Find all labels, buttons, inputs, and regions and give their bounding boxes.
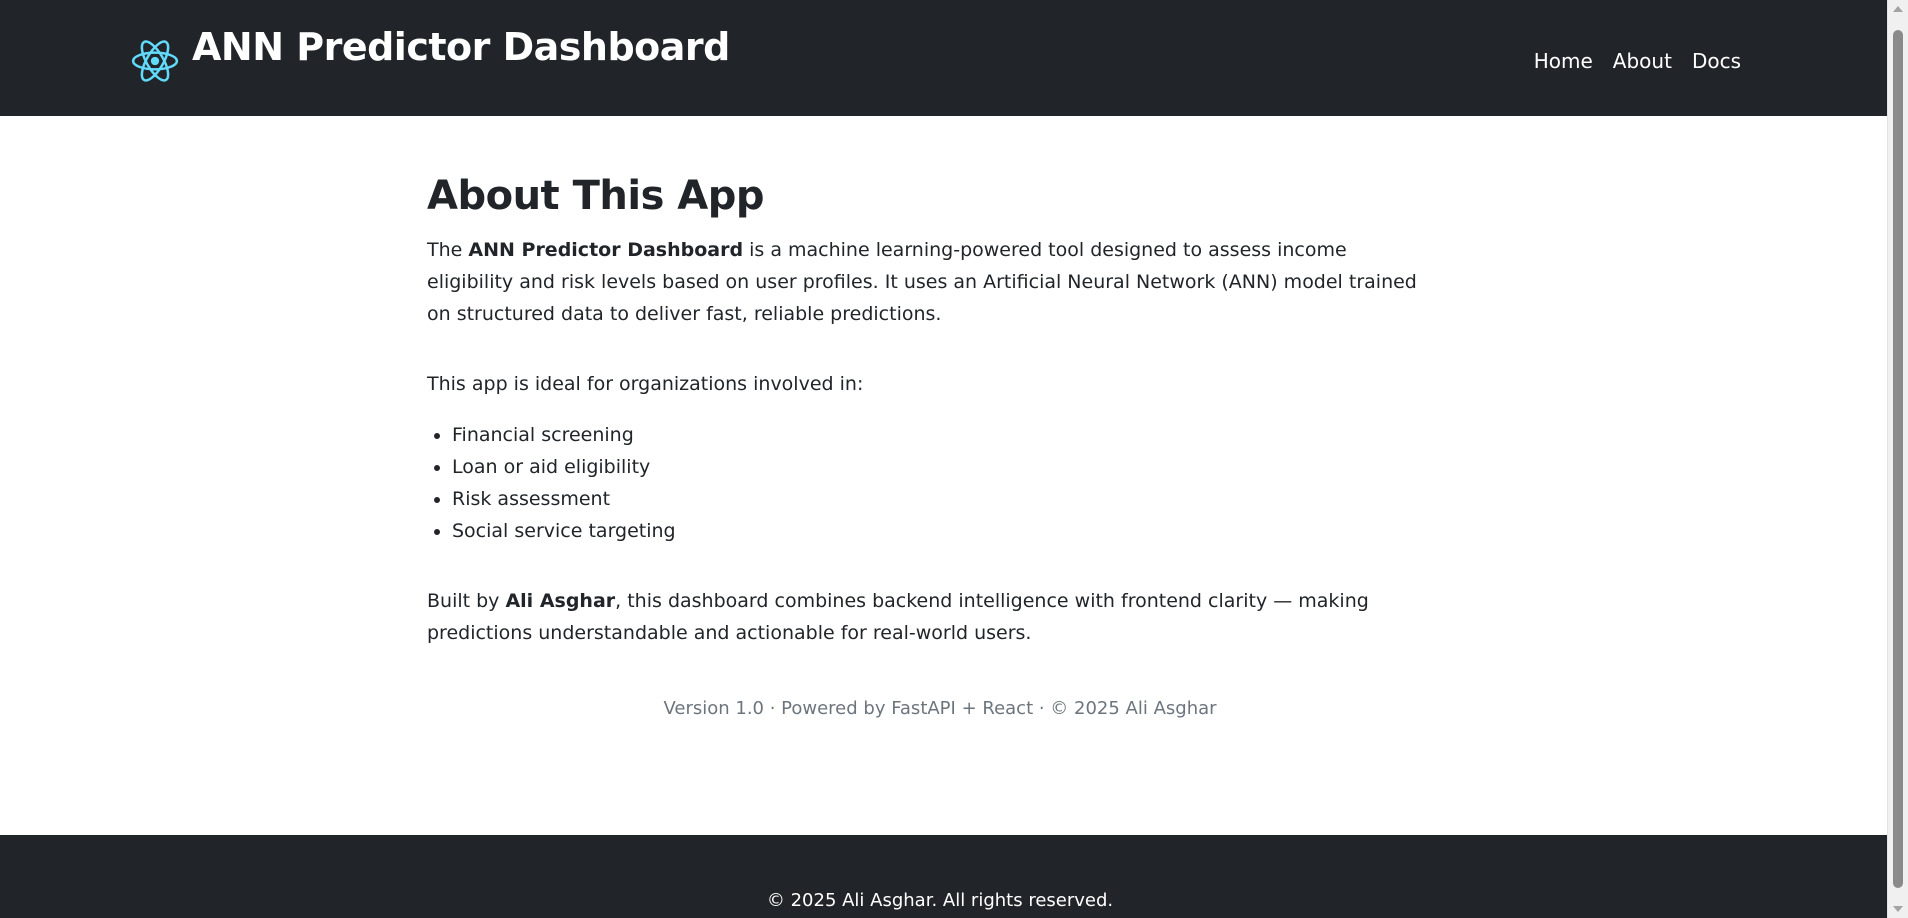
author-name: Ali Asghar [505, 590, 616, 612]
intro-paragraph: The ANN Predictor Dashboard is a machine… [427, 234, 1437, 330]
scroll-down-arrow-icon[interactable] [1893, 906, 1903, 912]
list-item: Loan or aid eligibility [452, 451, 1447, 483]
list-item: Risk assessment [452, 483, 1447, 515]
nav-docs-link[interactable]: Docs [1692, 46, 1741, 76]
built-text-pre: Built by [427, 590, 506, 612]
nav-links: Home About Docs [1534, 46, 1741, 76]
brand-link[interactable]: ANN Predictor Dashboard [130, 22, 730, 90]
intro-app-name: ANN Predictor Dashboard [468, 239, 744, 261]
intro-text-pre: The [427, 239, 469, 261]
scroll-up-arrow-icon[interactable] [1893, 6, 1903, 12]
react-atom-icon [130, 22, 192, 90]
list-item: Social service targeting [452, 515, 1447, 547]
top-navbar: ANN Predictor Dashboard Home About Docs [0, 0, 1887, 119]
page-title: About This App [427, 173, 765, 219]
nav-home-link[interactable]: Home [1534, 46, 1593, 76]
page: ANN Predictor Dashboard Home About Docs … [0, 0, 1908, 918]
nav-about-link[interactable]: About [1613, 46, 1672, 76]
ideal-for-text: This app is ideal for organizations invo… [427, 373, 864, 395]
built-by-paragraph: Built by Ali Asghar, this dashboard comb… [427, 585, 1427, 649]
version-line: Version 1.0 · Powered by FastAPI + React… [663, 698, 1217, 719]
vertical-scrollbar[interactable] [1887, 0, 1908, 918]
about-content: About This App The ANN Predictor Dashboa… [427, 168, 1447, 649]
list-item: Financial screening [452, 419, 1447, 451]
use-case-list: Financial screening Loan or aid eligibil… [427, 419, 1447, 547]
scrollbar-thumb[interactable] [1893, 30, 1903, 888]
brand-title: ANN Predictor Dashboard [192, 25, 730, 69]
footer-copyright: © 2025 Ali Asghar. All rights reserved. [766, 890, 1114, 911]
page-footer: © 2025 Ali Asghar. All rights reserved. [0, 835, 1887, 918]
